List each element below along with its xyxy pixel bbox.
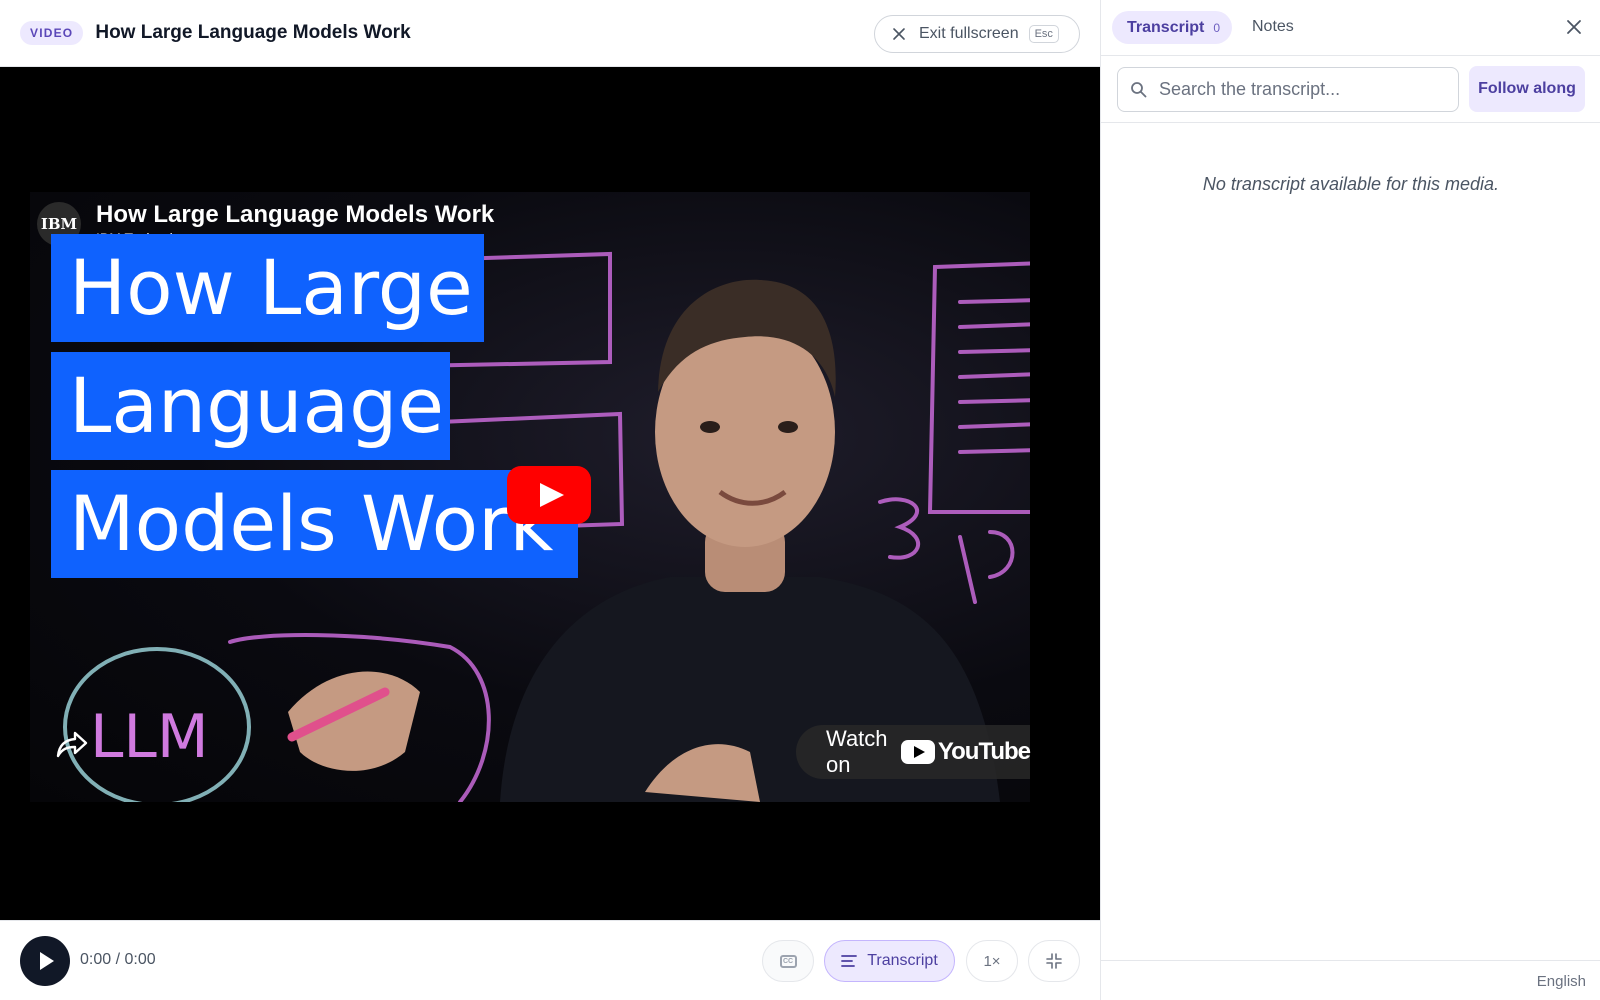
watch-on-label: Watch on [826, 726, 888, 777]
youtube-play-icon [900, 740, 935, 764]
playback-speed-label: 1× [983, 952, 1001, 970]
close-panel-icon[interactable] [1565, 18, 1583, 36]
tab-transcript[interactable]: Transcript 0 [1112, 11, 1232, 44]
youtube-wordmark: YouTube [937, 738, 1031, 765]
captions-icon: CC [779, 954, 797, 968]
panel-footer: English [1101, 960, 1600, 1000]
transcript-panel: Transcript 0 Notes Follow along No trans… [1100, 0, 1600, 1000]
app: VIDEO How Large Language Models Work Exi… [0, 0, 1600, 1000]
media-title: How Large Language Models Work [95, 22, 411, 43]
media-column: VIDEO How Large Language Models Work Exi… [0, 0, 1100, 1000]
exit-fullscreen-control[interactable] [1028, 940, 1080, 982]
title-banner-line-3: Models Work [51, 470, 578, 578]
video-player[interactable]: LLM IBM How Large Language Models Work H… [0, 67, 1100, 920]
youtube-play-button[interactable] [507, 466, 591, 524]
exit-fullscreen-button[interactable]: Exit fullscreen Esc [874, 15, 1080, 53]
embedded-video-title[interactable]: How Large Language Models Work [96, 201, 494, 229]
tab-transcript-label: Transcript [1127, 18, 1205, 36]
transcript-search-box[interactable] [1117, 67, 1459, 112]
close-icon [893, 28, 905, 40]
search-icon [1131, 82, 1147, 98]
transcript-search-row: Follow along [1101, 56, 1600, 123]
panel-tabs: Transcript 0 Notes [1101, 0, 1600, 56]
youtube-logo: YouTube [900, 738, 1031, 766]
player-controls: 0:00 / 0:00 CC Transcript 1× [0, 920, 1100, 1000]
transcript-toggle-button[interactable]: Transcript [824, 940, 955, 982]
transcript-count-badge: 0 [1213, 20, 1221, 35]
transcript-toggle-label: Transcript [867, 952, 938, 969]
media-type-badge: VIDEO [20, 21, 84, 45]
collapse-icon [1046, 953, 1062, 969]
transcript-lines-icon [841, 955, 858, 967]
transcript-language[interactable]: English [1537, 973, 1586, 990]
follow-along-button[interactable]: Follow along [1469, 66, 1585, 112]
transcript-search-input[interactable] [1159, 79, 1449, 100]
play-button[interactable] [20, 936, 70, 986]
share-icon[interactable] [55, 729, 89, 759]
watch-on-youtube-button[interactable]: Watch on YouTube [796, 725, 1031, 779]
empty-transcript-message: No transcript available for this media. [1202, 174, 1500, 194]
media-header: VIDEO How Large Language Models Work Exi… [0, 0, 1100, 67]
playback-speed-button[interactable]: 1× [966, 940, 1018, 982]
keyboard-shortcut-hint: Esc [1028, 25, 1059, 43]
tab-notes[interactable]: Notes [1252, 18, 1294, 36]
exit-fullscreen-label: Exit fullscreen [919, 25, 1019, 42]
title-banner-line-1: How Large [51, 234, 484, 342]
playback-time: 0:00 / 0:00 [80, 951, 156, 968]
captions-button[interactable]: CC [762, 940, 814, 982]
title-banner-line-2: Language [51, 352, 450, 460]
